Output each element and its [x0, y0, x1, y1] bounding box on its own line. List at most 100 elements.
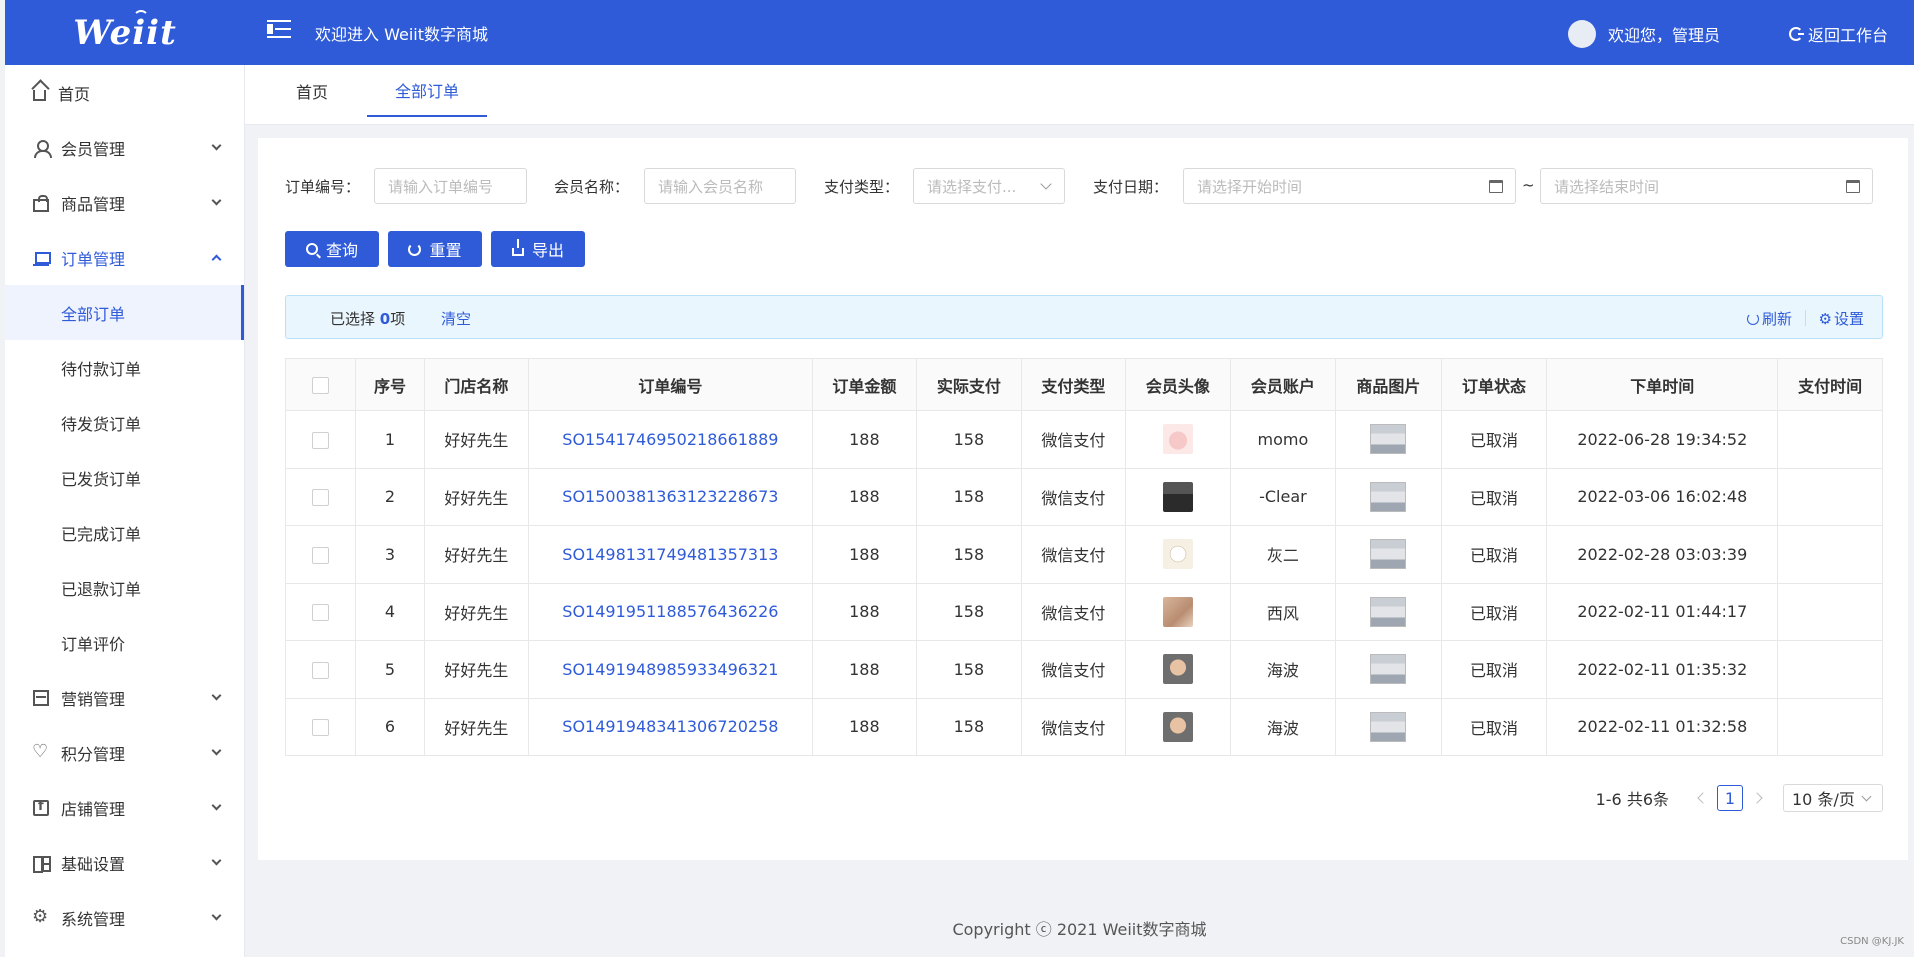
order-link[interactable]: SO1491951188576436226: [562, 602, 778, 621]
sidebar-item-orders[interactable]: 订单管理: [5, 230, 244, 285]
cell-avatar: [1125, 525, 1231, 584]
sidebar-subitem-pending-shipment[interactable]: 待发货订单: [5, 395, 244, 450]
chevron-down-icon: [211, 745, 222, 756]
page-number-button[interactable]: 1: [1717, 785, 1743, 811]
sidebar-item-label: 基础设置: [61, 854, 126, 874]
cell-created: 2022-02-11 01:35:32: [1546, 640, 1779, 699]
cell-status: 已取消: [1440, 582, 1548, 641]
reset-button[interactable]: 重置: [388, 231, 482, 267]
cell-account: momo: [1229, 410, 1337, 469]
member-avatar[interactable]: [1162, 596, 1193, 627]
end-date-picker[interactable]: 请选择结束时间: [1540, 168, 1873, 204]
row-checkbox[interactable]: [312, 661, 330, 679]
column-header: 支付时间: [1777, 358, 1883, 411]
member-avatar[interactable]: [1162, 711, 1193, 742]
row-checkbox[interactable]: [312, 546, 330, 564]
cell-avatar: [1125, 582, 1231, 641]
cell-created: 2022-02-11 01:32:58: [1546, 697, 1779, 756]
product-image[interactable]: [1370, 596, 1407, 627]
sidebar-item-points[interactable]: 积分管理: [5, 725, 244, 780]
order-link[interactable]: SO1491948341306720258: [562, 717, 778, 736]
cell-paid: 158: [916, 582, 1022, 641]
download-icon: [511, 239, 524, 256]
page-size-select[interactable]: 10 条/页: [1783, 784, 1883, 812]
menu-toggle-icon[interactable]: [267, 18, 291, 40]
gear-icon: [32, 906, 49, 927]
cell-pay-type: 微信支付: [1020, 467, 1127, 526]
sidebar-item-products[interactable]: 商品管理: [5, 175, 244, 230]
cell-amount: 188: [811, 410, 918, 469]
user-area[interactable]: 欢迎您，管理员: [1567, 20, 1720, 48]
product-image[interactable]: [1370, 481, 1407, 512]
divider: [1805, 310, 1806, 326]
order-link[interactable]: SO1498131749481357313: [562, 545, 778, 564]
order-no-input[interactable]: 请输入订单编号: [374, 168, 527, 204]
sidebar-item-store[interactable]: 店铺管理: [5, 780, 244, 835]
column-header: 门店名称: [423, 358, 530, 411]
back-to-workbench-link[interactable]: 返回工作台: [1788, 22, 1888, 46]
start-date-picker[interactable]: 请选择开始时间: [1183, 168, 1516, 204]
sidebar-subitem-reviews[interactable]: 订单评价: [5, 615, 244, 670]
facebook-icon: [33, 799, 49, 816]
sidebar-subitem-shipped[interactable]: 已发货订单: [5, 450, 244, 505]
cell-pay-time: [1777, 697, 1883, 756]
cell-account: 海波: [1229, 697, 1337, 756]
export-button[interactable]: 导出: [491, 231, 585, 267]
product-image[interactable]: [1370, 539, 1407, 570]
refresh-link[interactable]: 刷新: [1746, 308, 1792, 329]
cell-product-image: [1335, 410, 1442, 469]
sidebar-item-label: 会员管理: [61, 139, 126, 159]
sidebar-item-home[interactable]: 首页: [5, 65, 244, 120]
sidebar-subitem-all-orders[interactable]: 全部订单: [5, 285, 244, 340]
cell-amount: 188: [811, 582, 918, 641]
sidebar-item-members[interactable]: 会员管理: [5, 120, 244, 175]
product-image[interactable]: [1370, 424, 1407, 455]
row-checkbox[interactable]: [312, 431, 330, 449]
settings-link[interactable]: ⚙ 设置: [1819, 308, 1864, 329]
member-avatar[interactable]: [1162, 654, 1193, 685]
sidebar-item-basic-settings[interactable]: 基础设置: [5, 835, 244, 890]
select-all-checkbox[interactable]: [312, 377, 330, 394]
cell-pay-time: [1777, 410, 1883, 469]
avatar[interactable]: [1567, 20, 1596, 48]
chevron-left-icon[interactable]: [1697, 792, 1709, 804]
clear-selection-link[interactable]: 清空: [441, 308, 471, 329]
member-avatar[interactable]: [1162, 424, 1193, 455]
refresh-icon: [1788, 27, 1804, 41]
cell-paid: 158: [916, 410, 1022, 469]
sidebar-subitem-completed[interactable]: 已完成订单: [5, 505, 244, 560]
cell-avatar: [1125, 640, 1231, 699]
chevron-right-icon[interactable]: [1751, 792, 1763, 804]
sidebar-item-system[interactable]: 系统管理: [5, 890, 244, 945]
member-name-input[interactable]: 请输入会员名称: [644, 168, 796, 204]
pay-type-select[interactable]: 请选择支付...: [913, 168, 1065, 204]
cell-paid: 158: [916, 525, 1022, 584]
order-link[interactable]: SO1491948985933496321: [562, 660, 778, 679]
chevron-up-icon: [211, 254, 222, 265]
order-link[interactable]: SO1541746950218661889: [562, 430, 778, 449]
cell-store: 好好先生: [423, 582, 530, 641]
product-image[interactable]: [1370, 654, 1407, 685]
member-avatar[interactable]: [1162, 481, 1193, 512]
member-avatar[interactable]: [1162, 539, 1193, 570]
cell-pay-time: [1777, 640, 1883, 699]
cell-pay-time: [1777, 582, 1883, 641]
tab-home[interactable]: 首页: [267, 65, 357, 117]
row-checkbox[interactable]: [312, 604, 330, 622]
query-button[interactable]: 查询: [285, 231, 379, 267]
cell-avatar: [1125, 410, 1231, 469]
cell-avatar: [1125, 697, 1231, 756]
product-image[interactable]: [1370, 711, 1407, 742]
sidebar-item-marketing[interactable]: 营销管理: [5, 670, 244, 725]
page-tabs: 首页 全部订单: [245, 65, 1914, 125]
cell-store: 好好先生: [423, 410, 530, 469]
order-link[interactable]: SO1500381363123228673: [562, 487, 778, 506]
range-separator: ~: [1522, 176, 1535, 194]
row-checkbox[interactable]: [312, 719, 330, 737]
sidebar-subitem-pending-payment[interactable]: 待付款订单: [5, 340, 244, 395]
sidebar-subitem-refunded[interactable]: 已退款订单: [5, 560, 244, 615]
cell-created: 2022-02-11 01:44:17: [1546, 582, 1779, 641]
row-checkbox[interactable]: [312, 489, 330, 507]
tab-all-orders[interactable]: 全部订单: [367, 65, 487, 117]
sidebar-item-label: 营销管理: [61, 689, 126, 709]
